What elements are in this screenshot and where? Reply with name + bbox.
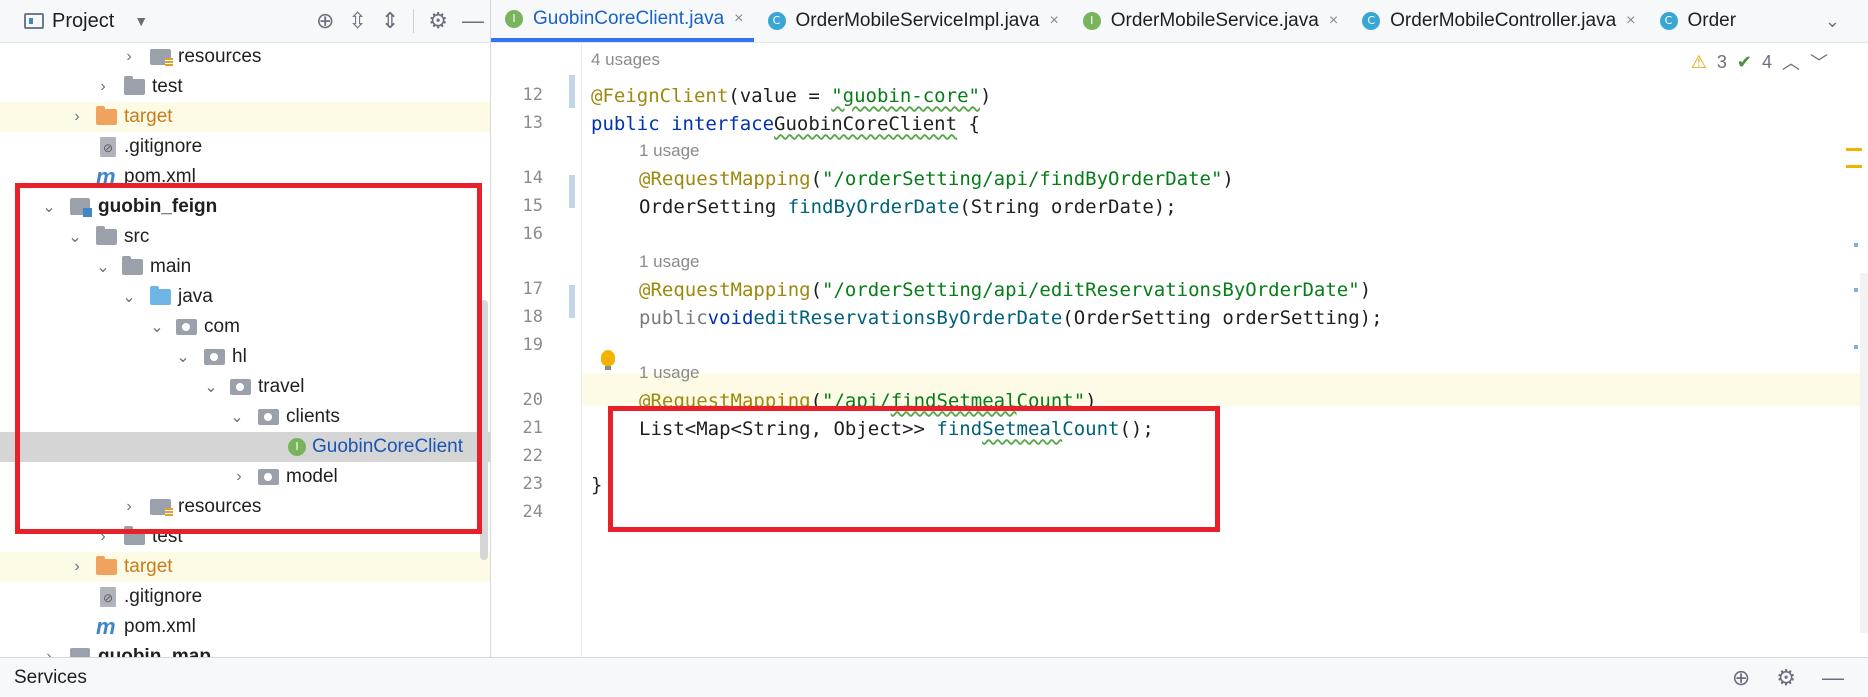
tree-item-resources[interactable]: › resources: [0, 42, 490, 72]
tree-item-test[interactable]: › test: [0, 72, 490, 102]
tree-item-gitignore[interactable]: .gitignore: [0, 582, 490, 612]
tab-label: Order: [1687, 10, 1737, 31]
code-editor[interactable]: 12 13 14 15 16 17 18 19 20 21 22 23 24 4…: [491, 43, 1868, 657]
header-divider: [413, 9, 415, 33]
tab-order-mobile-controller[interactable]: C OrderMobileController.java ×: [1348, 0, 1645, 42]
chevron-up-icon[interactable]: ︿: [1782, 49, 1800, 75]
usages-hint[interactable]: 4 usages: [591, 43, 660, 76]
error-stripe-marker[interactable]: [1854, 288, 1858, 292]
vcs-change-marker[interactable]: [569, 285, 575, 318]
vcs-change-marker[interactable]: [569, 75, 575, 108]
tab-label: OrderMobileServiceImpl.java: [795, 10, 1040, 31]
line-number: 24: [522, 502, 543, 522]
class-icon: C: [1362, 12, 1381, 30]
error-stripe-marker[interactable]: [1854, 243, 1858, 247]
tab-order-mobile-service[interactable]: I OrderMobileService.java ×: [1069, 0, 1348, 42]
ignore-file-icon: [100, 137, 116, 157]
gear-icon[interactable]: ⚙: [428, 8, 448, 34]
project-panel-header: Project ▼ ⊕ ⇳ ⇕ ⚙ —: [0, 0, 490, 43]
ok-count: 4: [1761, 51, 1772, 72]
tab-label: OrderMobileService.java: [1110, 10, 1319, 31]
code-line-18: public void editReservationsByOrderDate(…: [639, 306, 1383, 329]
tree-item-label: .gitignore: [124, 136, 203, 157]
resources-folder-icon: [150, 49, 173, 67]
ide-window: Project ▼ ⊕ ⇳ ⇕ ⚙ — › resources › test ›…: [0, 0, 1868, 697]
minimize-icon[interactable]: —: [1822, 665, 1844, 691]
vcs-change-marker[interactable]: [569, 175, 575, 208]
class-icon: C: [767, 12, 786, 30]
ignore-file-icon: [100, 587, 116, 607]
tree-item-label: guobin_map: [98, 646, 211, 657]
tree-item-guobin-map[interactable]: › guobin_map: [0, 642, 490, 657]
tree-item-label: target: [124, 106, 173, 127]
interface-icon: I: [505, 10, 523, 28]
expand-all-icon[interactable]: ⇳: [348, 8, 366, 34]
code-line-23: }: [591, 473, 603, 496]
highlight-box-code: [608, 406, 1220, 532]
close-icon[interactable]: ×: [734, 10, 743, 28]
error-stripe-marker[interactable]: [1846, 148, 1862, 151]
minimize-icon[interactable]: —: [462, 8, 484, 34]
module-icon: [70, 648, 90, 657]
close-icon[interactable]: ×: [1329, 12, 1338, 30]
tab-order-mobile-service-impl[interactable]: C OrderMobileServiceImpl.java ×: [754, 0, 1069, 42]
tree-item-target[interactable]: › target: [0, 552, 490, 582]
tree-item-gitignore[interactable]: .gitignore: [0, 132, 490, 162]
close-icon[interactable]: ×: [1626, 12, 1635, 30]
excluded-folder-icon: [96, 106, 117, 125]
warning-count: 3: [1716, 51, 1727, 72]
collapse-all-icon[interactable]: ⇕: [381, 8, 399, 34]
tree-item-label: .gitignore: [124, 586, 203, 607]
chevron-right-icon[interactable]: ›: [42, 648, 56, 657]
gear-icon[interactable]: ⚙: [1776, 665, 1796, 691]
tab-order-truncated[interactable]: C Order: [1646, 0, 1747, 42]
line-number: 19: [522, 335, 543, 355]
tab-label: GuobinCoreClient.java: [533, 8, 725, 29]
chevron-right-icon[interactable]: ›: [122, 48, 136, 66]
interface-icon: I: [1082, 12, 1101, 30]
project-panel-title: Project: [52, 9, 115, 32]
tree-item-pom[interactable]: m pom.xml: [0, 612, 490, 642]
chevron-right-icon[interactable]: ›: [96, 78, 110, 96]
editor-tabs: I GuobinCoreClient.java × C OrderMobileS…: [491, 0, 1868, 43]
tree-item-label: test: [152, 76, 183, 97]
line-number: 16: [522, 224, 543, 244]
inspection-widget[interactable]: ⚠ 3 ✔ 4 ︿ ﹀: [1691, 49, 1828, 75]
tab-guobin-core-client[interactable]: I GuobinCoreClient.java ×: [491, 0, 754, 42]
class-icon: C: [1659, 12, 1678, 30]
warning-icon: ⚠: [1690, 51, 1707, 72]
close-icon[interactable]: ×: [1049, 12, 1058, 30]
chevron-down-icon[interactable]: ▼: [134, 13, 148, 29]
project-folder-icon: [24, 13, 44, 29]
excluded-folder-icon: [96, 556, 117, 575]
error-stripe-marker[interactable]: [1846, 165, 1862, 168]
folder-icon: [124, 76, 145, 95]
chevron-right-icon[interactable]: ›: [70, 558, 84, 576]
services-bar: Services ⊕ ⚙ —: [0, 657, 1868, 697]
chevron-right-icon[interactable]: ›: [70, 108, 84, 126]
highlight-box-project-tree: [15, 183, 482, 534]
tree-item-label: target: [124, 556, 173, 577]
locate-icon[interactable]: ⊕: [316, 8, 334, 34]
services-tool-window[interactable]: Services: [14, 658, 87, 697]
lightbulb-icon[interactable]: [601, 350, 615, 370]
code-line-15: OrderSetting findByOrderDate (String orde…: [639, 195, 1177, 218]
locate-icon[interactable]: ⊕: [1732, 665, 1750, 691]
tree-item-label: pom.xml: [124, 616, 196, 637]
maven-icon: m: [96, 614, 116, 639]
check-icon: ✔: [1736, 51, 1752, 72]
tree-item-target[interactable]: › target: [0, 102, 490, 132]
tab-label: OrderMobileController.java: [1390, 10, 1617, 31]
chevron-down-icon[interactable]: ﹀: [1810, 49, 1828, 75]
chevron-down-icon[interactable]: ⌄: [1825, 0, 1840, 42]
project-view-selector[interactable]: Project ▼: [24, 0, 148, 42]
editor-scrollbar[interactable]: [1860, 273, 1868, 633]
error-stripe-marker[interactable]: [1854, 345, 1858, 349]
tree-item-label: resources: [178, 46, 262, 67]
line-number: 13: [522, 113, 543, 133]
